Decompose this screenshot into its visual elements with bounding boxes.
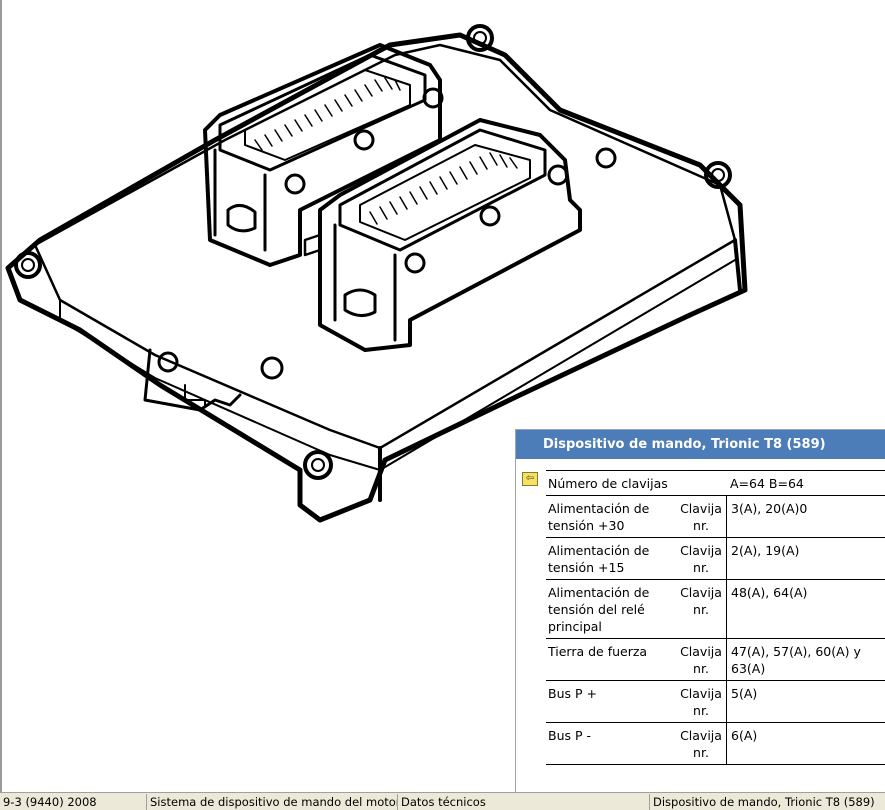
row-value: 48(A), 64(A) — [726, 579, 885, 639]
row-unit: Clavija nr. — [676, 495, 727, 538]
panel-title: Dispositivo de mando, Trionic T8 (589) — [516, 430, 885, 459]
status-system: Sistema de dispositivo de mando del moto… — [146, 794, 397, 810]
row-unit: Clavija nr. — [676, 638, 727, 681]
row-label: Tierra de fuerza — [546, 638, 676, 681]
row-value: A=64 B=64 — [676, 470, 885, 496]
status-section: Datos técnicos — [397, 794, 649, 810]
info-panel: Dispositivo de mando, Trionic T8 (589) ⇦… — [515, 429, 885, 793]
row-value: 3(A), 20(A)0 — [726, 495, 885, 538]
row-label: Bus P - — [546, 722, 676, 765]
row-label: Alimentación de tensión +15 — [546, 537, 676, 580]
row-label: Alimentación de tensión del relé princip… — [546, 579, 676, 639]
row-unit: Clavija nr. — [676, 722, 727, 765]
table-row: Alimentación de tensión +30 Clavija nr. 3(… — [546, 495, 885, 538]
row-value: 5(A) — [726, 680, 885, 723]
table-row: Alimentación de tensión del relé princip… — [546, 579, 885, 639]
row-label: Número de clavijas — [546, 470, 676, 496]
spec-table: Número de clavijas A=64 B=64 Alimentación … — [546, 470, 885, 765]
status-bar: 9-3 (9440) 2008 Sistema de dispositivo d… — [0, 792, 885, 810]
status-model: 9-3 (9440) 2008 — [3, 795, 97, 809]
row-unit: Clavija nr. — [676, 680, 727, 723]
table-row: Alimentación de tensión +15 Clavija nr. 2(… — [546, 537, 885, 580]
table-row: Número de clavijas A=64 B=64 — [546, 470, 885, 496]
table-row: Bus P + Clavija nr. 5(A) — [546, 680, 885, 723]
back-arrow-icon[interactable]: ⇦ — [522, 472, 538, 486]
table-row: Bus P - Clavija nr. 6(A) — [546, 722, 885, 765]
status-component: Dispositivo de mando, Trionic T8 (589) — [649, 794, 885, 810]
row-unit: Clavija nr. — [676, 537, 727, 580]
row-value: 2(A), 19(A) — [726, 537, 885, 580]
row-label: Bus P + — [546, 680, 676, 723]
table-row: Tierra de fuerza Clavija nr. 47(A), 57(A),… — [546, 638, 885, 681]
row-label: Alimentación de tensión +30 — [546, 495, 676, 538]
row-unit: Clavija nr. — [676, 579, 727, 639]
row-value: 47(A), 57(A), 60(A) y 63(A) — [726, 638, 885, 681]
row-value: 6(A) — [726, 722, 885, 765]
